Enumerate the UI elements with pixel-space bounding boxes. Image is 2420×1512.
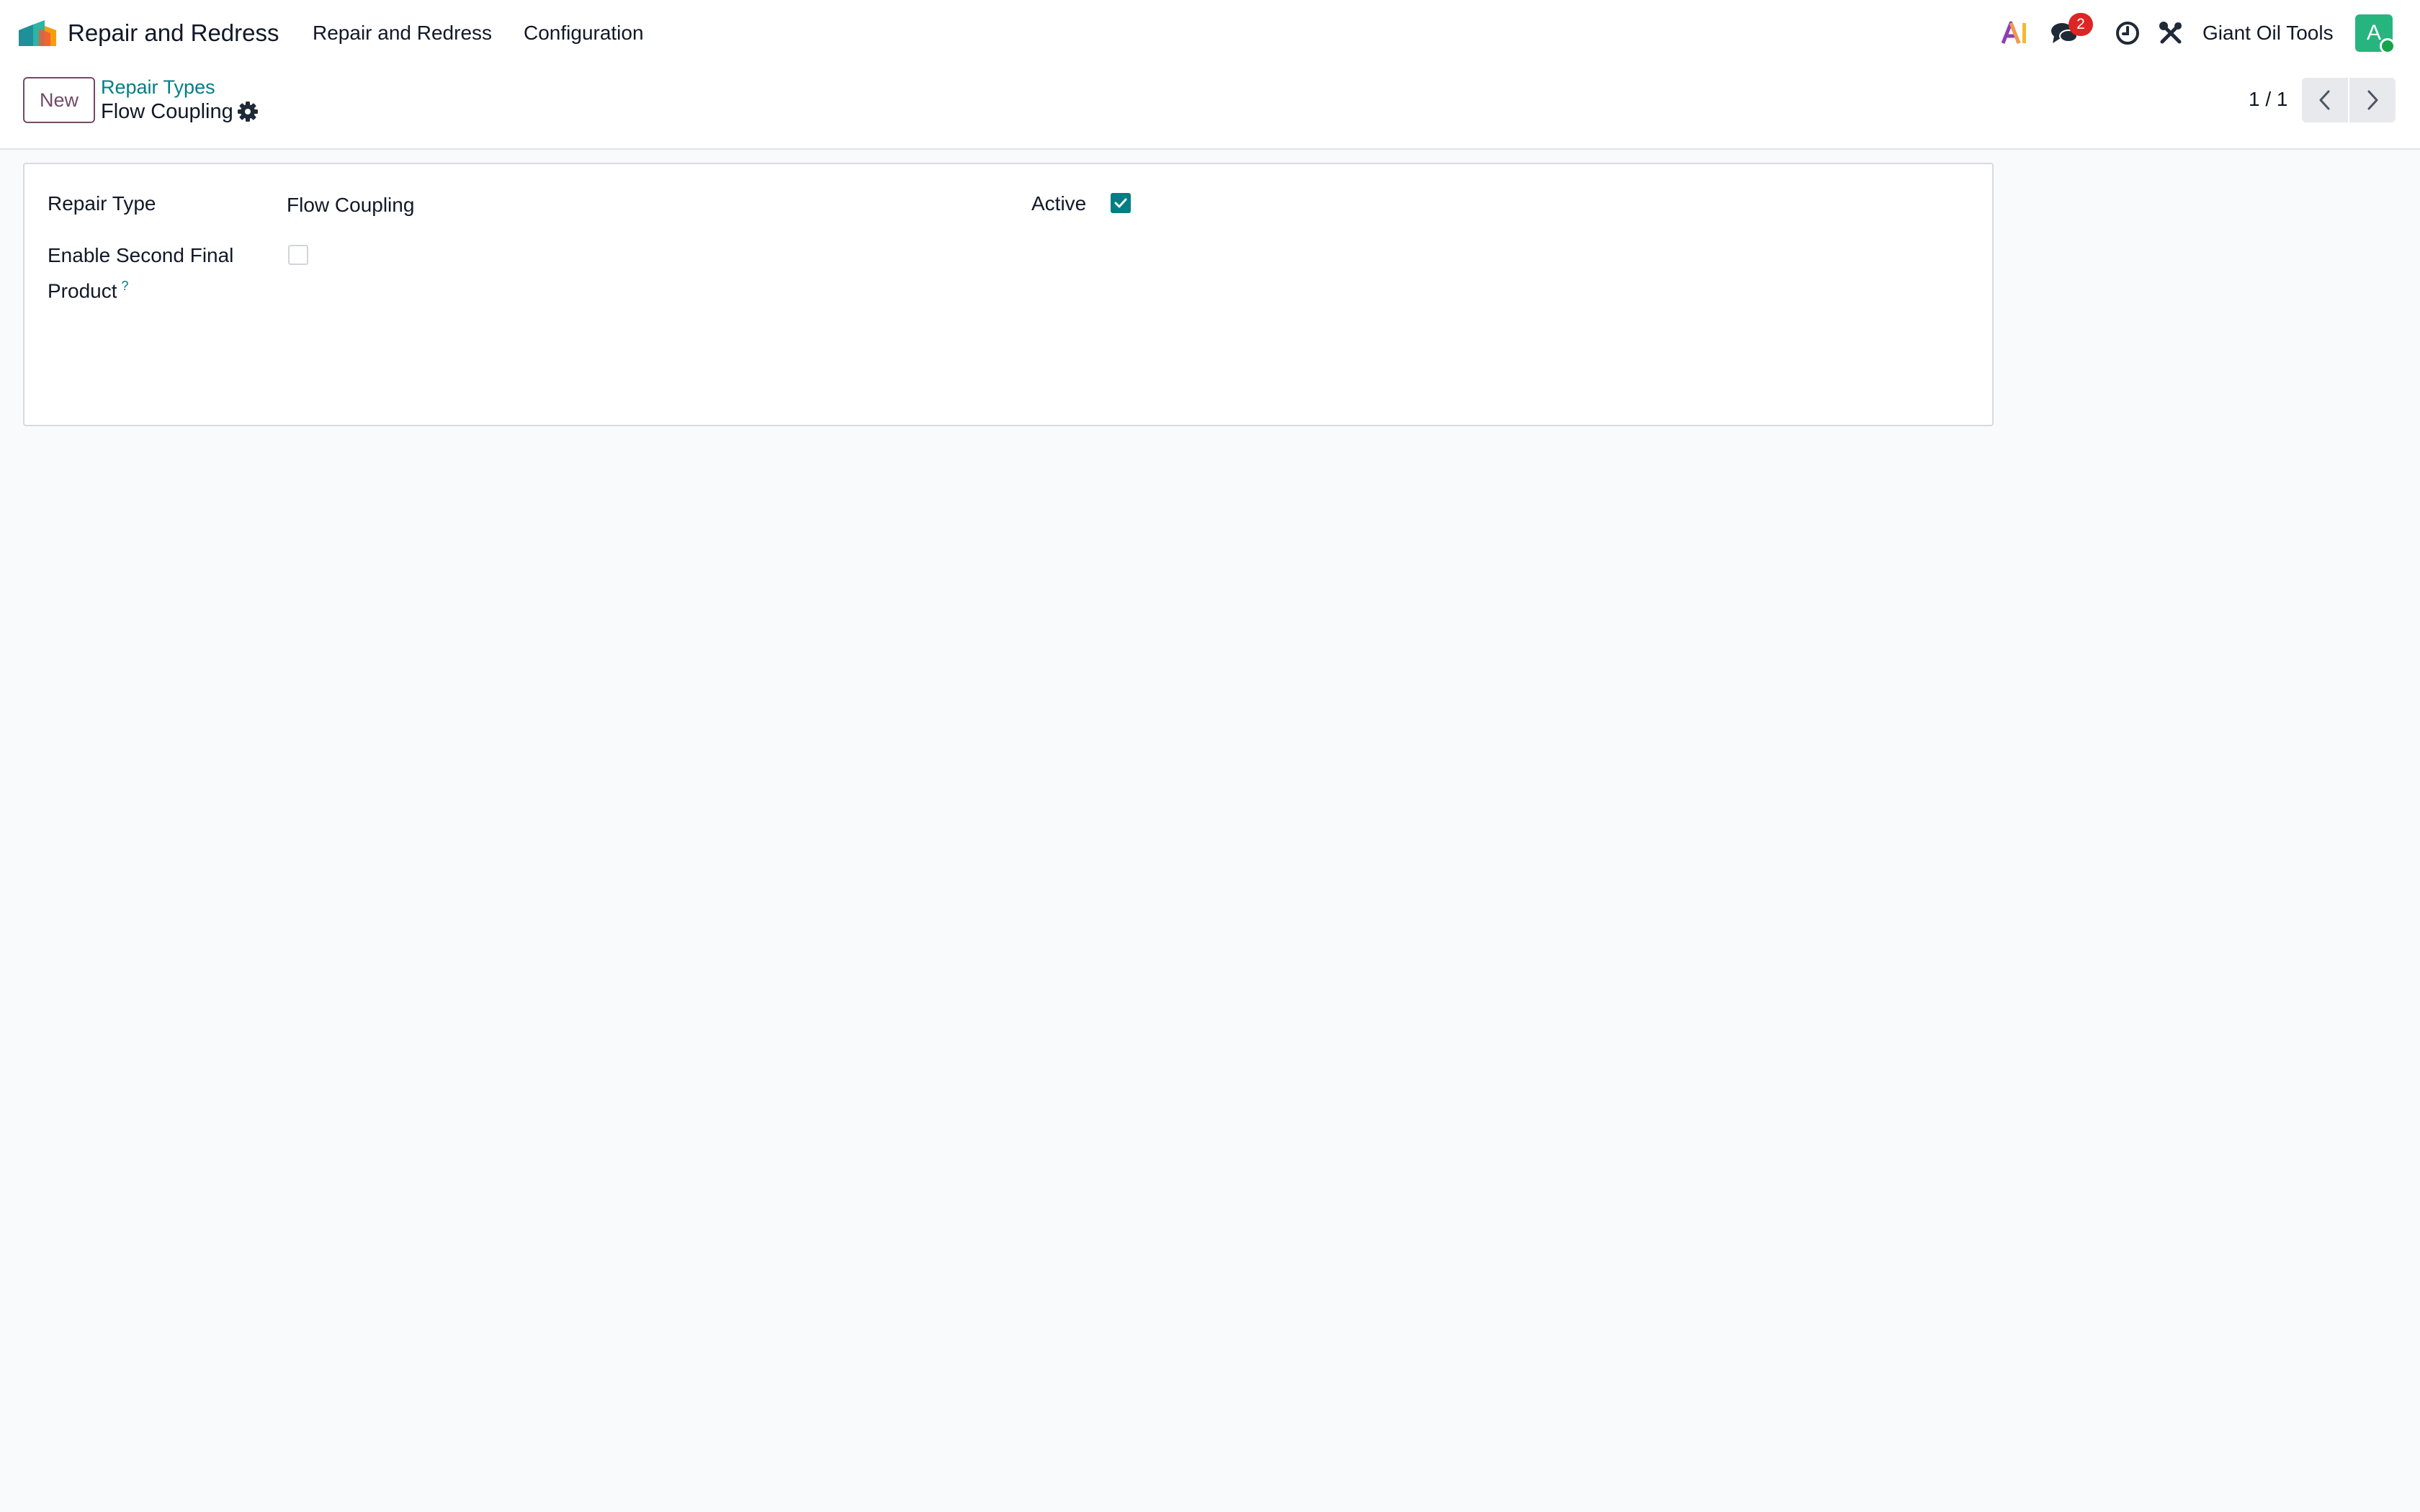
control-panel: New Repair Types Flow Coupling 1 / 1 xyxy=(0,66,2420,150)
record-title: Flow Coupling xyxy=(101,100,233,123)
active-label: Active xyxy=(1031,192,1087,215)
tools-icon[interactable] xyxy=(2154,16,2188,50)
repair-type-label: Repair Type xyxy=(48,192,156,215)
menu-item-configuration[interactable]: Configuration xyxy=(524,19,644,48)
messages-badge: 2 xyxy=(2069,13,2093,36)
breadcrumb-repair-types[interactable]: Repair Types xyxy=(101,75,215,99)
new-button[interactable]: New xyxy=(23,77,95,123)
pager-next-button[interactable] xyxy=(2349,78,2396,122)
app-logo-icon[interactable] xyxy=(17,17,58,49)
top-navbar: Repair and Redress Repair and Redress Co… xyxy=(0,0,2420,66)
help-tooltip-marker[interactable]: ? xyxy=(122,279,129,293)
presence-status-icon xyxy=(2380,38,2396,54)
checkmark-icon xyxy=(1114,198,1127,208)
second-final-product-label-text: Enable Second Final Product xyxy=(48,244,234,302)
pager-previous-button[interactable] xyxy=(2302,78,2348,122)
app-name[interactable]: Repair and Redress xyxy=(68,17,279,49)
chevron-left-icon xyxy=(2319,90,2330,110)
clock-icon[interactable] xyxy=(2110,16,2145,50)
company-switcher[interactable]: Giant Oil Tools xyxy=(2202,19,2334,48)
pager-value[interactable]: 1 / 1 xyxy=(2249,86,2287,112)
active-checkbox[interactable] xyxy=(1111,193,1131,213)
second-final-product-checkbox[interactable] xyxy=(288,245,308,265)
second-final-product-label: Enable Second Final Product? xyxy=(48,240,264,306)
gear-icon[interactable] xyxy=(236,100,259,123)
chevron-right-icon xyxy=(2367,90,2378,110)
ai-icon[interactable] xyxy=(1998,16,2033,50)
form-sheet: Repair Type Flow Coupling Active Enable … xyxy=(23,163,1994,426)
repair-type-field[interactable]: Flow Coupling xyxy=(287,190,414,220)
menu-item-repair-and-redress[interactable]: Repair and Redress xyxy=(313,19,492,48)
